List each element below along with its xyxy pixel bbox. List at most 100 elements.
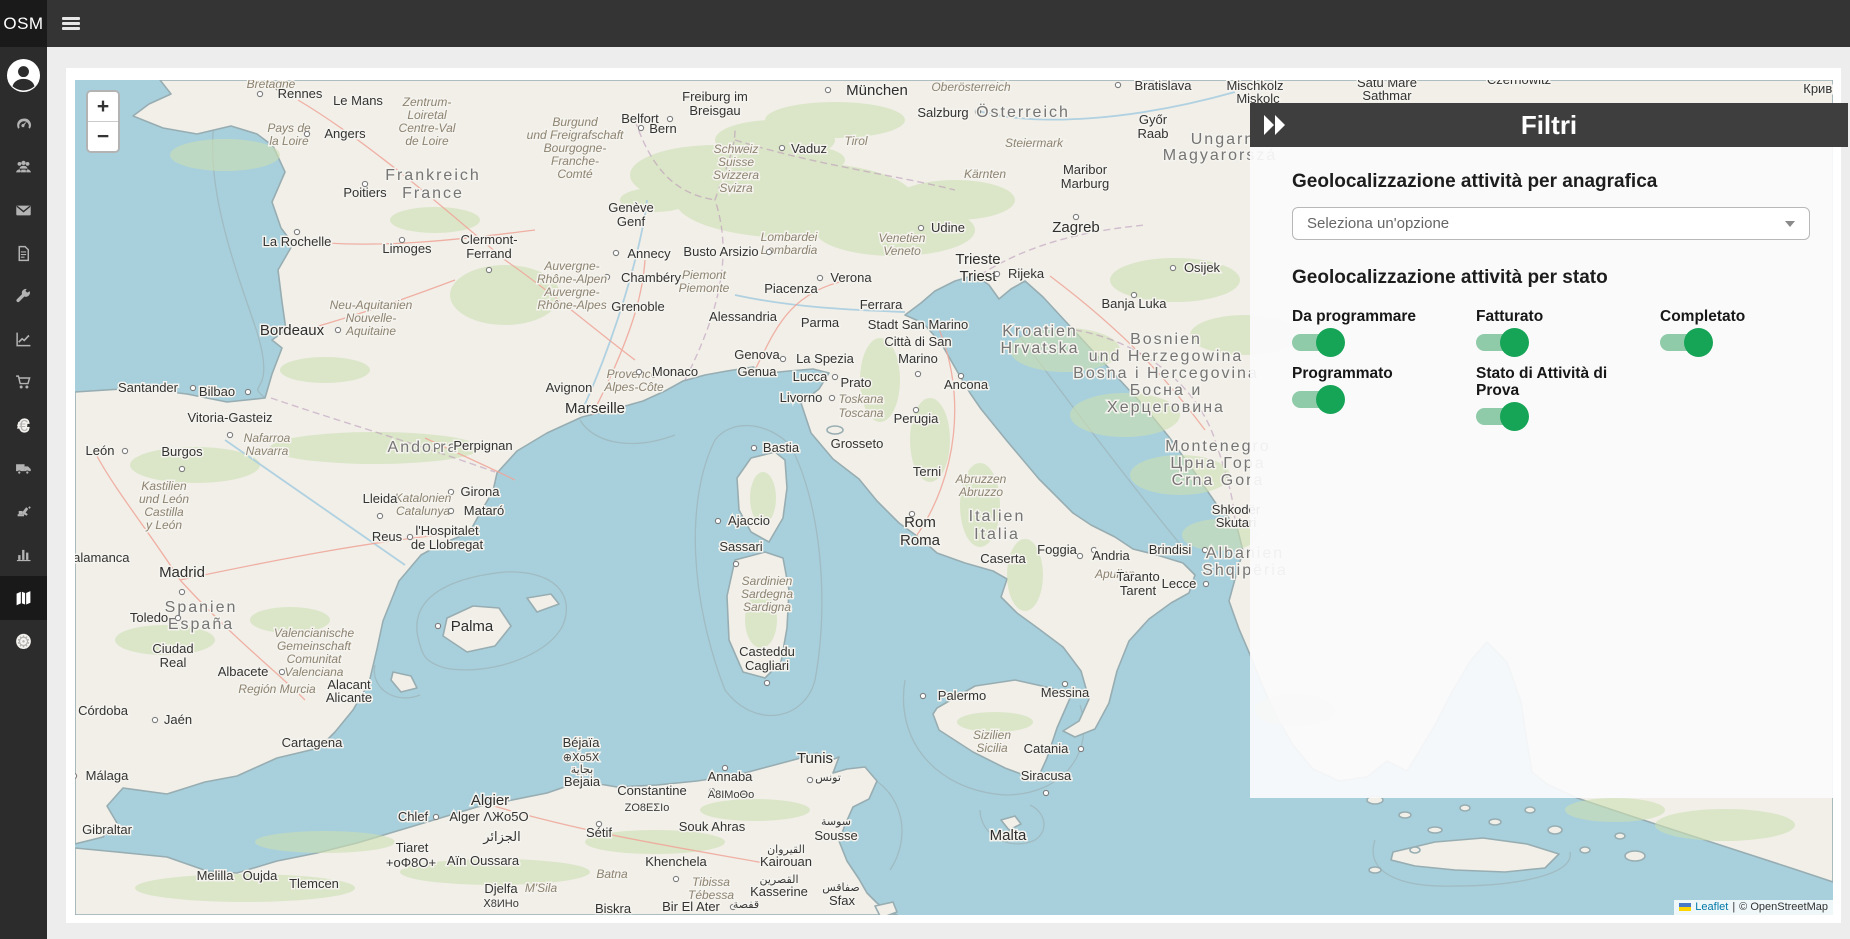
- svg-text:Genf: Genf: [617, 214, 646, 229]
- app-logo[interactable]: OSM: [0, 0, 47, 47]
- sidebar-item-dashboard[interactable]: [0, 103, 47, 146]
- svg-text:Grenoble: Grenoble: [611, 299, 664, 314]
- sidebar-item-settings[interactable]: ⚙: [0, 620, 47, 663]
- svg-text:Schweiz: Schweiz: [714, 142, 759, 156]
- svg-text:München: München: [846, 82, 908, 99]
- bar-chart-icon: [15, 546, 32, 563]
- mail-icon: [15, 202, 32, 219]
- svg-text:Sicilia: Sicilia: [976, 741, 1008, 755]
- user-avatar[interactable]: [0, 47, 47, 103]
- toggle-switch-2[interactable]: [1476, 334, 1522, 351]
- svg-text:Navarra: Navarra: [246, 444, 289, 458]
- svg-text:Sizilien: Sizilien: [973, 728, 1011, 742]
- svg-text:Frankreich: Frankreich: [385, 167, 481, 184]
- svg-text:Bratislava: Bratislava: [1134, 80, 1192, 93]
- panel-collapse-button[interactable]: [1262, 113, 1288, 137]
- svg-text:Franche-: Franche-: [551, 154, 599, 168]
- svg-text:Marino: Marino: [898, 351, 938, 366]
- svg-text:Kroatien: Kroatien: [1002, 323, 1078, 340]
- svg-text:Béjaïa: Béjaïa: [563, 735, 601, 750]
- sidebar-item-billing[interactable]: €: [0, 404, 47, 447]
- svg-text:الجزائر: الجزائر: [482, 829, 521, 845]
- svg-text:Souk Ahras: Souk Ahras: [679, 819, 746, 834]
- svg-text:Real: Real: [160, 655, 187, 670]
- sidebar: €⚙: [0, 47, 47, 939]
- svg-text:de Llobregat: de Llobregat: [411, 537, 484, 552]
- svg-text:und Herzegowina: und Herzegowina: [1089, 348, 1244, 365]
- sidebar-item-equipment[interactable]: [0, 490, 47, 533]
- double-chevron-right-icon: [1262, 113, 1288, 137]
- svg-text:Bern: Bern: [649, 121, 676, 136]
- svg-text:Constantine: Constantine: [617, 783, 686, 798]
- svg-text:Chambéry: Chambéry: [621, 270, 681, 285]
- users-icon: [15, 159, 32, 176]
- svg-text:Banja Luka: Banja Luka: [1101, 296, 1167, 311]
- svg-text:Palermo: Palermo: [938, 688, 986, 703]
- zoom-in-button[interactable]: +: [88, 92, 118, 122]
- svg-text:+οΦ8Ο+: +οΦ8Ο+: [386, 855, 436, 870]
- sidebar-item-reports[interactable]: [0, 533, 47, 576]
- sidebar-item-mail[interactable]: [0, 189, 47, 232]
- svg-text:Sfax: Sfax: [829, 893, 856, 908]
- sidebar-item-users[interactable]: [0, 146, 47, 189]
- svg-text:Kairouan: Kairouan: [760, 854, 812, 869]
- toggle-switch-5[interactable]: [1476, 408, 1522, 425]
- svg-text:Oberösterreich: Oberösterreich: [931, 80, 1011, 94]
- toggle-switch-3[interactable]: [1660, 334, 1706, 351]
- svg-text:Perpignan: Perpignan: [453, 438, 512, 453]
- zoom-out-button[interactable]: −: [88, 122, 118, 151]
- svg-text:de Loire: de Loire: [405, 134, 449, 148]
- svg-text:Cagliari: Cagliari: [745, 658, 789, 673]
- svg-text:Andorra: Andorra: [388, 439, 459, 456]
- anagrafica-select[interactable]: Seleziona un'opzione: [1292, 207, 1810, 240]
- svg-text:Parma: Parma: [801, 315, 840, 330]
- svg-text:Piacenza: Piacenza: [764, 281, 818, 296]
- svg-text:Ciudad: Ciudad: [152, 641, 193, 656]
- sidebar-item-trends[interactable]: [0, 318, 47, 361]
- stato-section-heading: Geolocalizzazione attività per stato: [1292, 267, 1810, 289]
- svg-text:La Spezia: La Spezia: [796, 351, 855, 366]
- svg-text:Genova: Genova: [734, 347, 780, 362]
- svg-text:Toskana: Toskana: [839, 392, 884, 406]
- sidebar-item-tools[interactable]: [0, 275, 47, 318]
- toggle-switch-4[interactable]: [1292, 391, 1338, 408]
- leaflet-link[interactable]: Leaflet: [1695, 901, 1728, 913]
- svg-text:Maribor: Maribor: [1063, 162, 1108, 177]
- svg-text:Siracusa: Siracusa: [1021, 768, 1072, 783]
- svg-text:Italien: Italien: [969, 508, 1026, 525]
- svg-text:Le Mans: Le Mans: [333, 93, 383, 108]
- svg-text:Algier: Algier: [471, 792, 509, 809]
- sidebar-item-vehicles[interactable]: [0, 447, 47, 490]
- sidebar-item-map[interactable]: [0, 576, 47, 620]
- toggle-knob: [1500, 328, 1529, 357]
- svg-text:Toledo: Toledo: [130, 610, 168, 625]
- svg-text:Casteddu: Casteddu: [739, 644, 795, 659]
- svg-text:Херцеговина: Херцеговина: [1107, 399, 1225, 416]
- svg-text:Mataró: Mataró: [464, 503, 504, 518]
- svg-text:Steiermark: Steiermark: [1005, 136, 1064, 150]
- svg-text:Veneto: Veneto: [883, 244, 921, 258]
- svg-text:Sousse: Sousse: [814, 828, 857, 843]
- sidebar-item-orders[interactable]: [0, 361, 47, 404]
- svg-text:León: León: [86, 443, 115, 458]
- sidebar-item-documents[interactable]: [0, 232, 47, 275]
- toggle-switch-1[interactable]: [1292, 334, 1338, 351]
- svg-text:Khenchela: Khenchela: [645, 854, 707, 869]
- chevron-down-icon: [1785, 221, 1795, 227]
- svg-text:Centre-Val: Centre-Val: [399, 121, 456, 135]
- svg-text:Comté: Comté: [557, 167, 593, 181]
- svg-text:Ancona: Ancona: [944, 377, 989, 392]
- chart-line-icon: [15, 331, 32, 348]
- svg-text:Terni: Terni: [913, 464, 941, 479]
- svg-text:Málaga: Málaga: [86, 768, 129, 783]
- svg-text:Bourgogne-: Bourgogne-: [544, 141, 607, 155]
- svg-text:Tébessa: Tébessa: [688, 888, 734, 902]
- svg-text:Hrvatska: Hrvatska: [1000, 340, 1079, 357]
- svg-text:Valencianische: Valencianische: [274, 626, 355, 640]
- svg-text:l'Hospitalet: l'Hospitalet: [415, 523, 479, 538]
- toggle-knob: [1684, 328, 1713, 357]
- svg-text:Córdoba: Córdoba: [78, 703, 129, 718]
- hamburger-menu-icon[interactable]: [62, 17, 80, 31]
- svg-text:Tibissa: Tibissa: [692, 875, 730, 889]
- svg-text:Kastilien: Kastilien: [141, 479, 187, 493]
